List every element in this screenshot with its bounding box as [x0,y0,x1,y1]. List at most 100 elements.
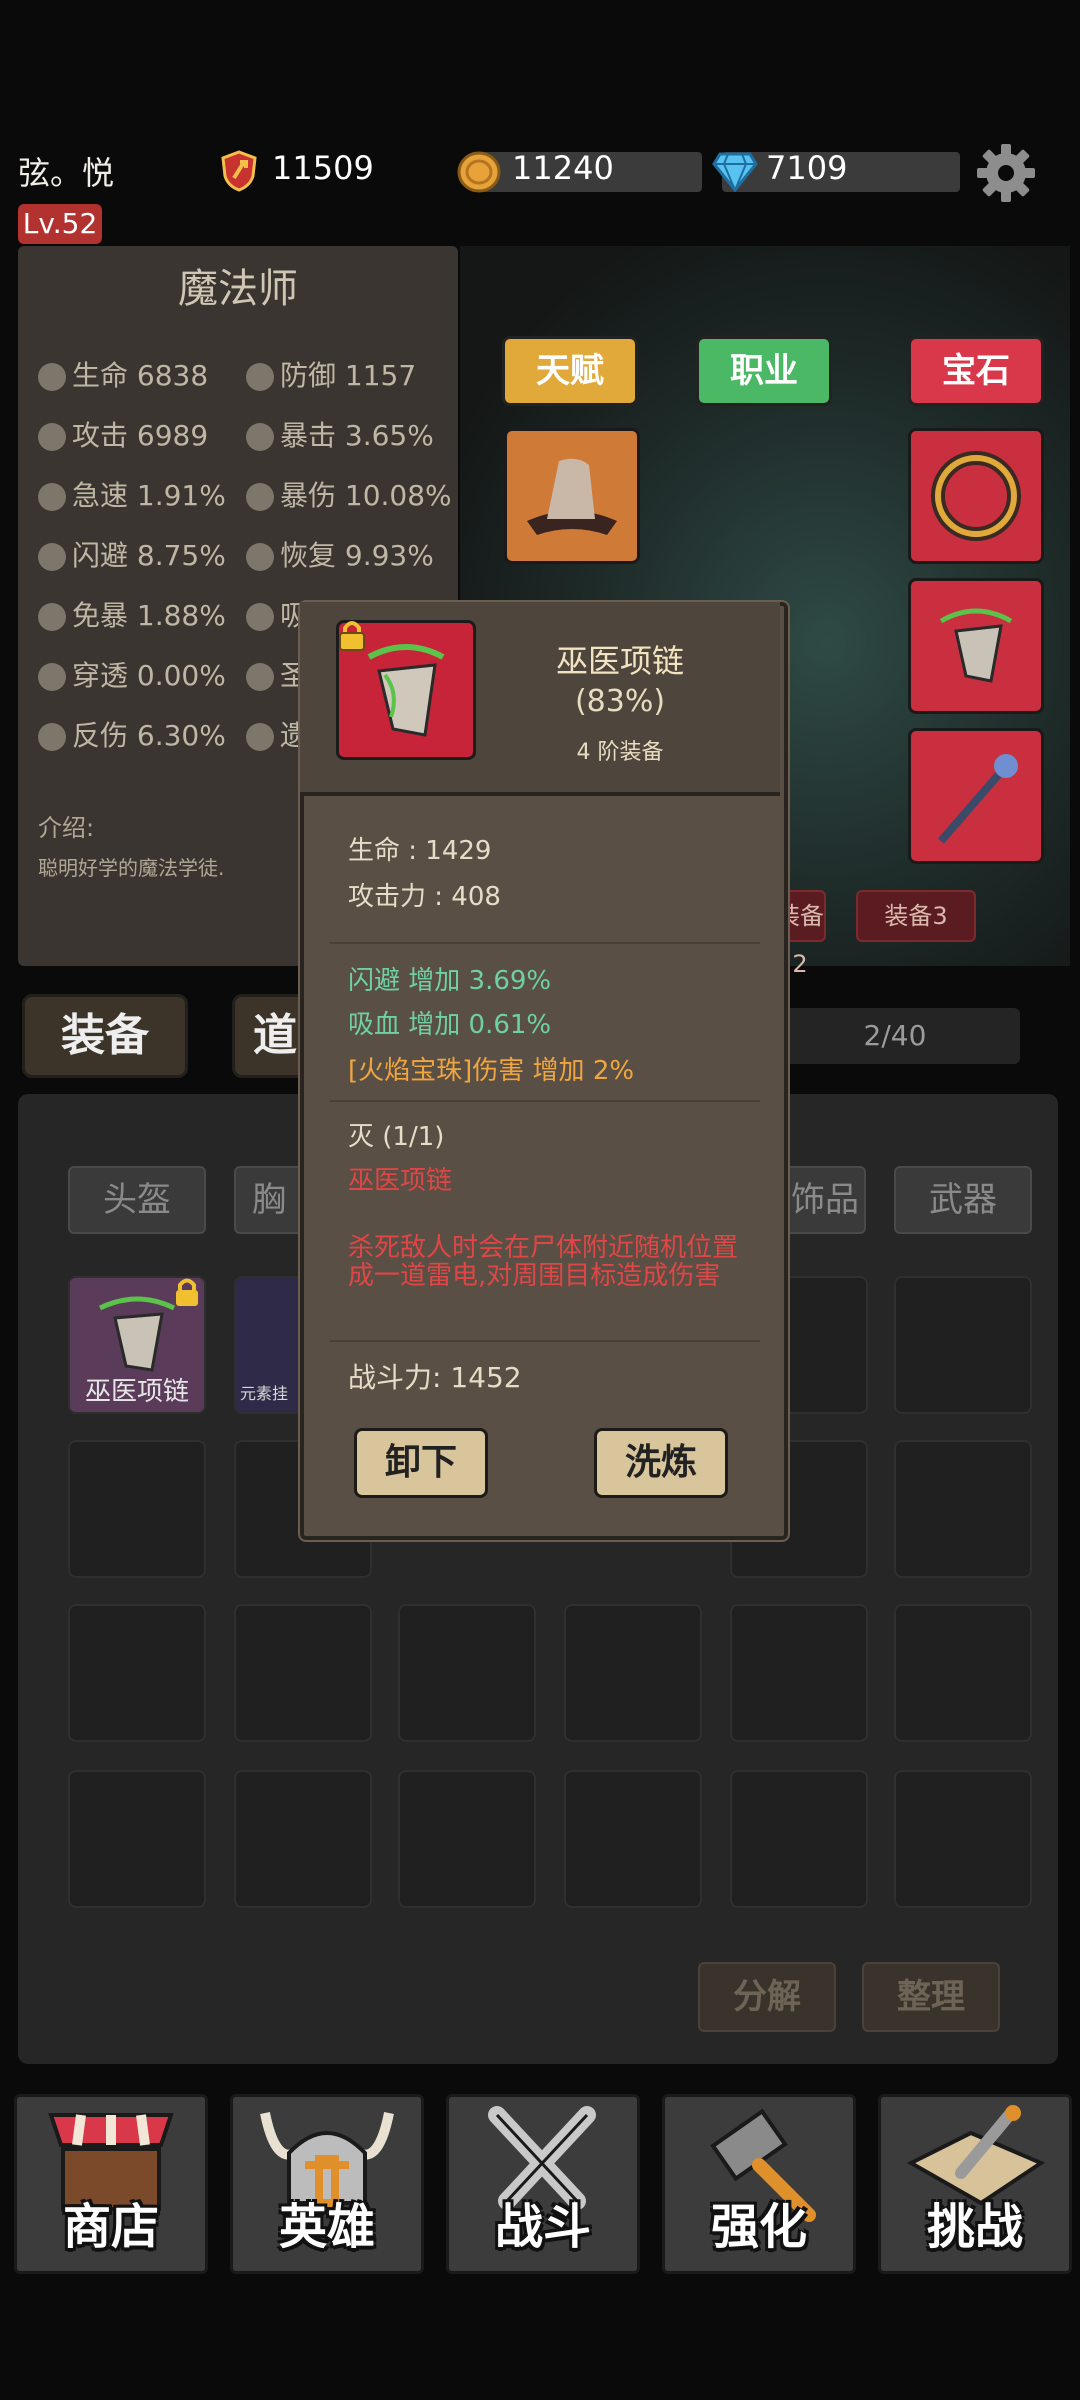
stat-crit-dmg: 暴伤 10.08% [246,474,452,514]
tab-talent[interactable]: 天赋 [502,336,638,406]
divider [330,1340,760,1342]
nav-upgrade-label: 强化 [710,2199,807,2255]
stat-regen: 恢复 9.93% [246,534,434,574]
base-stat-hp: 生命 : 1429 [348,836,492,866]
set-effect: 杀死敌人时会在尸体附近随机位置成一道雷电,对周围目标造成伤害 [348,1233,739,1291]
hat-icon [527,458,617,535]
defense-icon [246,363,274,391]
lock-icon [176,1278,198,1306]
nav-hero-label: 英雄 [278,2199,375,2255]
equip-slot-necklace[interactable] [908,578,1044,714]
set-item: 巫医项链 [348,1166,453,1196]
crit-damage-icon [246,483,274,511]
attack-icon [38,423,66,451]
inventory-slot[interactable] [68,1770,206,1908]
nav-battle-label: 战斗 [494,2199,591,2255]
equip-tag-3[interactable]: 装备3 [856,890,976,942]
divider [330,1100,760,1102]
inventory-slot[interactable] [398,1604,536,1742]
stat-holy: 圣 [246,654,308,694]
inventory-slot[interactable] [398,1770,536,1908]
equip-slot-hat[interactable] [504,428,640,564]
inventory-item-label: 巫医项链 [84,1377,189,1407]
stat-lifesteal: 吸 [246,594,308,634]
popup-item-quality: (83%) [574,684,666,719]
bonus-stat-dodge: 闪避 增加 3.69% [348,966,552,996]
inventory-slot[interactable] [564,1770,702,1908]
coin-icon [457,151,501,193]
inventory-slot[interactable] [894,1440,1032,1578]
stat-pierce: 穿透 0.00% [38,654,226,694]
stat-crit: 暴击 3.65% [246,414,434,454]
nav-upgrade[interactable]: 强化 [662,2094,856,2274]
nav-shop[interactable]: 商店 [14,2094,208,2274]
bonus-stat-lifesteal: 吸血 增加 0.61% [348,1010,552,1040]
inventory-slot[interactable] [234,1604,372,1742]
hp-icon [38,363,66,391]
inventory-slot[interactable] [894,1604,1032,1742]
gem-value: 7109 [766,149,848,187]
stat-crit-res: 免暴 1.88% [38,594,226,634]
sort-button[interactable]: 整理 [862,1962,1000,2032]
necklace-icon [939,608,1013,683]
lifesteal-icon [246,603,274,631]
reflect-icon [38,723,66,751]
popup-item-tier: 4 阶装备 [576,740,664,765]
stat-dodge: 闪避 8.75% [38,534,226,574]
inventory-slot[interactable] [730,1604,868,1742]
decompose-button[interactable]: 分解 [698,1962,836,2032]
filter-helmet[interactable]: 头盔 [68,1166,206,1234]
divider [330,942,760,944]
class-title: 魔法师 [178,266,298,312]
player-name: 弦。悦 [18,154,115,192]
tab-gem[interactable]: 宝石 [908,336,1044,406]
nav-challenge-label: 挑战 [926,2199,1023,2255]
dodge-icon [38,543,66,571]
nav-hero[interactable]: 英雄 [230,2094,424,2274]
filter-accessory[interactable]: 饰品 [784,1166,866,1234]
misc-stat-icon [246,723,274,751]
coin-value: 11240 [512,149,614,187]
stat-atk: 攻击 6989 [38,414,208,454]
inventory-slot[interactable] [564,1604,702,1742]
ring-icon [931,451,1021,541]
inventory-item-element[interactable]: 元素挂 [234,1276,304,1414]
filter-weapon[interactable]: 武器 [894,1166,1032,1234]
holy-icon [246,663,274,691]
base-stat-atk: 攻击力 : 408 [348,882,501,912]
intro-label: 介绍: [38,814,95,842]
equip-slot-weapon[interactable] [908,728,1044,864]
gem-icon [712,152,758,192]
set-name: 灭 (1/1) [348,1122,445,1152]
inventory-slot[interactable] [894,1276,1032,1414]
gear-icon[interactable] [975,142,1037,204]
inventory-slot[interactable] [68,1440,206,1578]
lock-icon [339,621,365,651]
filter-chest[interactable]: 胸 [234,1166,304,1234]
inventory-item-label: 元素挂 [240,1384,289,1403]
crit-resist-icon [38,603,66,631]
equip-slot-ring[interactable] [908,428,1044,564]
crit-icon [246,423,274,451]
inventory-slot[interactable] [68,1604,206,1742]
nav-shop-label: 商店 [62,2199,159,2255]
stat-haste: 急速 1.91% [38,474,226,514]
combat-power: 战斗力: 1452 [348,1361,522,1394]
inventory-slot[interactable] [730,1770,868,1908]
tab-equipment[interactable]: 装备 [22,994,188,1078]
power-value: 11509 [272,149,374,187]
nav-challenge[interactable]: 挑战 [878,2094,1072,2274]
tab-job[interactable]: 职业 [696,336,832,406]
stat-def: 防御 1157 [246,354,416,394]
inventory-slot[interactable] [894,1770,1032,1908]
refine-button[interactable]: 洗炼 [594,1428,728,1498]
power-shield-icon [221,150,257,192]
inventory-slot[interactable] [234,1770,372,1908]
unequip-button[interactable]: 卸下 [354,1428,488,1498]
staff-icon [937,754,1018,844]
bag-count: 2/40 [770,1008,1020,1064]
bonus-stat-fire-orb: [火焰宝珠]伤害 增加 2% [348,1056,635,1086]
nav-battle[interactable]: 战斗 [446,2094,640,2274]
level-badge: Lv.52 [18,204,102,244]
popup-item-name: 巫医项链 [555,642,684,680]
